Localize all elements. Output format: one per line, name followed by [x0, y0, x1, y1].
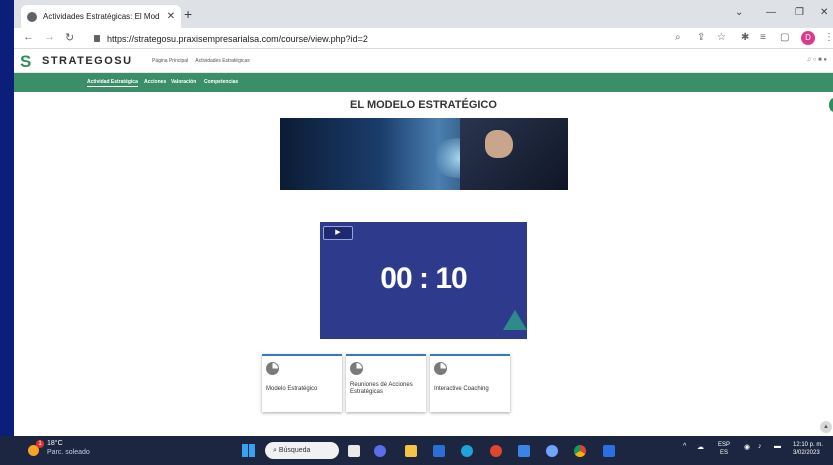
banner-hand	[485, 130, 513, 158]
star-icon[interactable]: ☆	[717, 32, 726, 43]
battery-icon[interactable]: ▬	[774, 443, 781, 450]
card-interactive-coaching[interactable]: Interactive Coaching	[430, 354, 510, 412]
menu-icon[interactable]: ⋮	[824, 32, 833, 43]
close-window-icon[interactable]: ✕	[820, 7, 828, 18]
share-icon[interactable]: ⇪	[697, 32, 705, 43]
banner-image	[280, 118, 568, 190]
grid-icon[interactable]: ■	[818, 57, 822, 63]
browser-window: Actividades Estratégicas: El Mod ✕ + ⌄ —…	[14, 0, 833, 436]
language-indicator[interactable]: ESP ES	[718, 441, 730, 457]
file-explorer-icon[interactable]	[405, 445, 417, 457]
banner-suit	[460, 118, 568, 190]
task-view-icon[interactable]	[348, 445, 360, 457]
close-tab-icon[interactable]: ✕	[167, 11, 175, 22]
reload-icon[interactable]: ↻	[65, 31, 74, 44]
pie-chart-icon	[266, 362, 279, 375]
store-icon[interactable]	[433, 445, 445, 457]
tab-strip: Actividades Estratégicas: El Mod ✕ + ⌄ —…	[14, 0, 833, 28]
course-nav-bar: Actividad Estratégica Acciones Valoració…	[14, 73, 833, 92]
lang-top: ESP	[718, 442, 731, 448]
weather-desc: Parc. soleado	[47, 449, 90, 456]
tray-chevron-icon[interactable]: ^	[683, 443, 686, 450]
page-title: EL MODELO ESTRATÉGICO	[350, 99, 497, 111]
video-timer: 00 : 10	[380, 262, 467, 295]
logo-text[interactable]: STRATEGOSU	[42, 55, 133, 67]
system-clock[interactable]: 12:10 p. m. 3/02/2023	[793, 441, 823, 457]
extensions-icon[interactable]: ✱	[741, 32, 749, 43]
restore-icon[interactable]: ❐	[795, 7, 804, 18]
side-panel-icon[interactable]: ▢	[780, 32, 789, 43]
card-label: Reuniones de Acciones Estratégicas	[350, 382, 413, 395]
pie-chart-icon	[434, 362, 447, 375]
reading-list-icon[interactable]: ≡	[760, 32, 766, 43]
windows-start-icon[interactable]	[242, 444, 255, 457]
forward-icon[interactable]: →	[44, 31, 55, 43]
profile-avatar[interactable]: D	[801, 31, 815, 45]
card-label: Modelo Estratégico	[266, 386, 318, 392]
onedrive-icon[interactable]: ☁	[697, 443, 704, 451]
tab-valoracion[interactable]: Valoración	[171, 79, 196, 85]
minimize-icon[interactable]: —	[766, 7, 776, 18]
chat-icon[interactable]: ○	[813, 57, 817, 63]
video-player[interactable]: ▶ 00 : 10	[320, 222, 527, 339]
header-icons: ♫ ○ ■ ●	[807, 57, 827, 63]
clock-time: 12:10 p. m.	[793, 442, 824, 448]
user-menu-icon[interactable]: ●	[823, 57, 827, 63]
site-header: S STRATEGOSU Página Principal Actividade…	[14, 49, 833, 73]
edge-icon[interactable]	[461, 445, 473, 457]
chrome-icon[interactable]	[574, 445, 586, 457]
globe-icon	[27, 11, 37, 22]
clock-date: 3/02/2023	[793, 450, 820, 456]
card-label: Interactive Coaching	[434, 386, 489, 392]
browser-tab[interactable]: Actividades Estratégicas: El Mod ✕	[21, 5, 181, 28]
pie-chart-icon	[350, 362, 363, 375]
mail-icon[interactable]	[518, 445, 530, 457]
weather-temp: 18°C	[47, 440, 63, 447]
zoom-icon[interactable]: ⌕	[675, 32, 681, 43]
new-tab-icon[interactable]: +	[184, 6, 192, 22]
scroll-up-icon[interactable]: ▲	[820, 421, 832, 433]
search-label: Búsqueda	[278, 447, 311, 454]
app-window-icon[interactable]	[603, 445, 615, 457]
play-icon[interactable]: ▶	[323, 226, 353, 240]
site-nav: Página Principal Actividades Estratégica…	[152, 58, 256, 64]
lock-icon	[94, 35, 100, 42]
url-text: https://strategosu.praxisempresarialsa.c…	[107, 33, 368, 44]
bell-icon[interactable]: ♫	[807, 57, 812, 63]
card-modelo-estrategico[interactable]: Modelo Estratégico	[262, 354, 342, 412]
tab-acciones[interactable]: Acciones	[144, 79, 166, 85]
nav-home-link[interactable]: Página Principal	[152, 58, 188, 64]
card-reuniones[interactable]: Reuniones de Acciones Estratégicas	[346, 354, 426, 412]
decorative-triangle	[503, 310, 527, 330]
side-drawer-toggle[interactable]	[829, 98, 833, 112]
taskbar: 1 18°C Parc. soleado ⌕ Búsqueda ^ ☁ ESP …	[0, 436, 833, 465]
chevron-down-icon[interactable]: ⌄	[735, 7, 743, 18]
wifi-icon[interactable]: ◉	[744, 443, 750, 451]
address-bar[interactable]: https://strategosu.praxisempresarialsa.c…	[94, 30, 714, 47]
office-icon[interactable]	[490, 445, 502, 457]
chat-app-icon[interactable]	[374, 445, 386, 457]
tab-title: Actividades Estratégicas: El Mod	[43, 12, 160, 21]
tab-actividad-estrategica[interactable]: Actividad Estratégica	[87, 79, 138, 87]
taskbar-search[interactable]: ⌕ Búsqueda	[265, 442, 339, 459]
volume-icon[interactable]: ♪	[758, 443, 762, 450]
settings-app-icon[interactable]	[546, 445, 558, 457]
browser-toolbar: ← → ↻ https://strategosu.praxisempresari…	[14, 28, 833, 49]
lang-bottom: ES	[720, 450, 729, 456]
tab-competencias[interactable]: Competencias	[204, 79, 238, 85]
weather-badge: 1	[36, 440, 44, 448]
logo-mark[interactable]: S	[20, 52, 31, 72]
back-icon[interactable]: ←	[23, 31, 34, 43]
nav-activities-link[interactable]: Actividades Estratégicas	[195, 58, 249, 64]
